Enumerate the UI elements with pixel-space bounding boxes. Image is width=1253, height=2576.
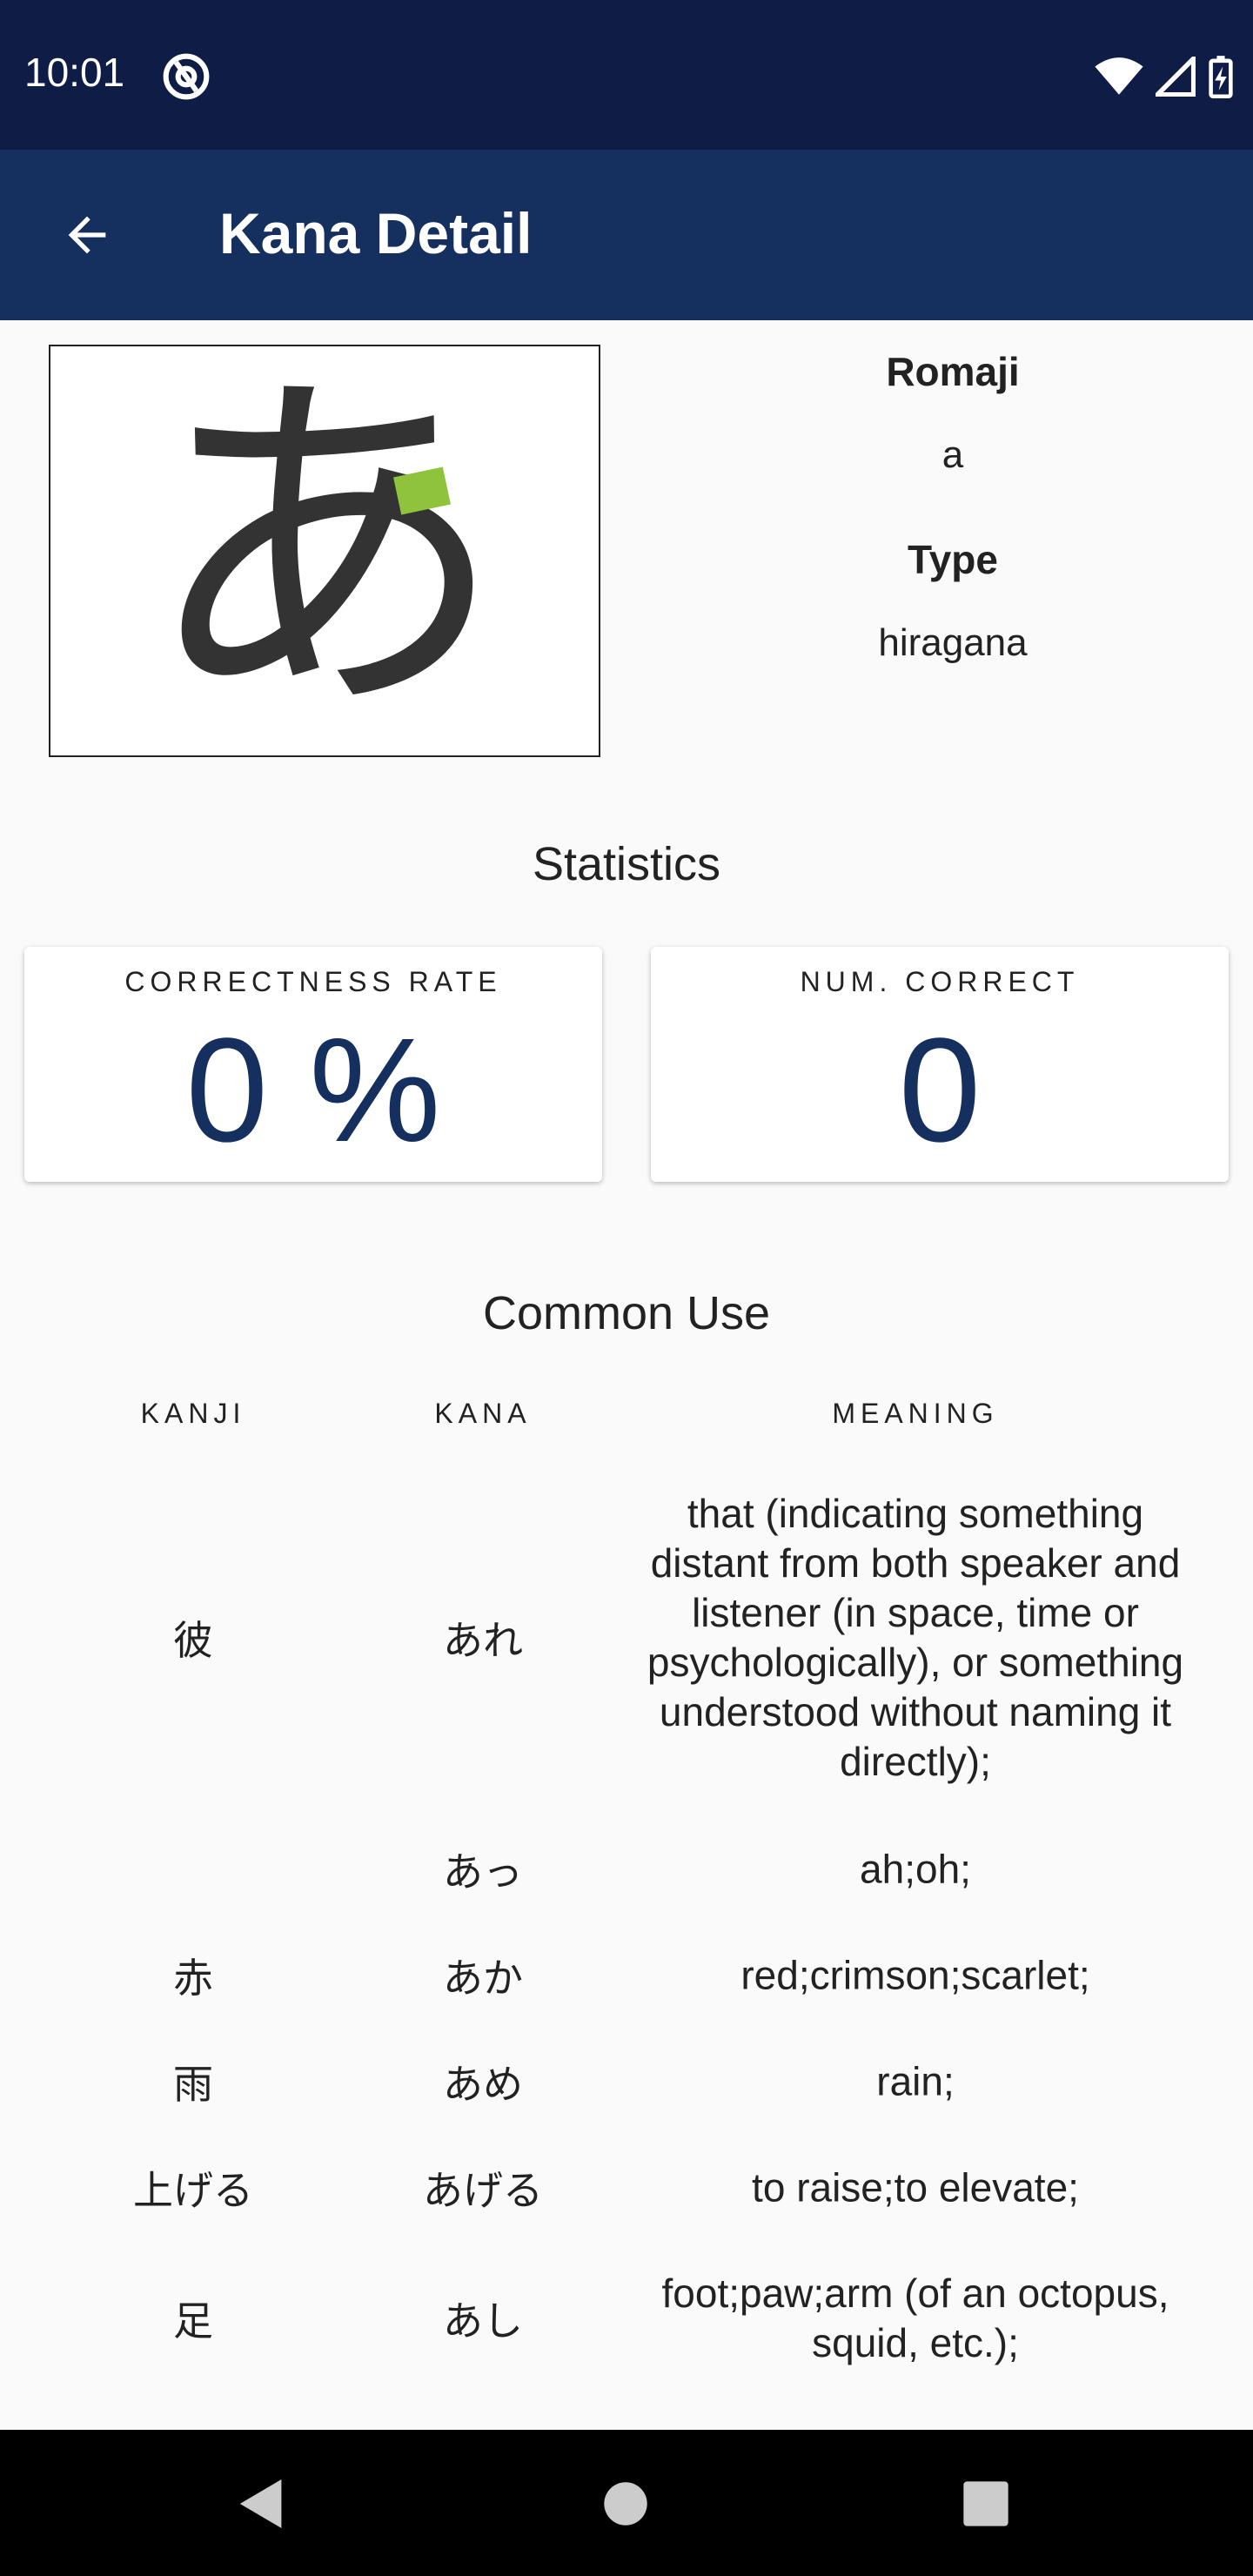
cell-kanji: 足 — [173, 2298, 213, 2344]
signal-icon — [1156, 57, 1196, 97]
table-row: 雨 あめ rain; — [0, 2038, 1253, 2125]
table-row: あっ ah;oh; — [0, 1826, 1253, 1913]
nav-recents-button[interactable] — [947, 2465, 1025, 2543]
header-meaning: MEANING — [832, 1398, 999, 1429]
kana-character: あ — [142, 338, 507, 763]
cell-meaning: rain; — [876, 2058, 955, 2104]
cell-kana: あげる — [423, 2168, 543, 2213]
table-row: 足 あし foot;paw;arm (of an octopus, squid,… — [0, 2257, 1253, 2379]
cell-meaning: that (indicating something distant from … — [647, 1491, 1184, 1784]
table-row: 彼 あれ that (indicating something distant … — [0, 1483, 1253, 1793]
correctness-rate-card: CORRECTNESS RATE 0 % — [24, 947, 602, 1182]
common-use-title: Common Use — [482, 1287, 771, 1339]
app-bar: Kana Detail — [0, 150, 1253, 320]
cell-kana: あれ — [443, 1618, 523, 1663]
cell-kanji: 雨 — [173, 2062, 213, 2107]
status-bar: 10:01 — [0, 0, 1253, 150]
at-sign-icon — [163, 53, 210, 100]
header-kana: KANA — [434, 1398, 532, 1429]
back-button[interactable] — [45, 193, 129, 277]
cell-meaning: to raise;to elevate; — [752, 2164, 1079, 2210]
nav-home-button[interactable] — [586, 2465, 665, 2543]
kana-stroke-image: あ — [49, 345, 600, 757]
romaji-label: Romaji — [886, 349, 1020, 394]
cell-kana: あか — [443, 1955, 523, 2001]
status-time: 10:01 — [24, 50, 125, 95]
cell-kanji: 上げる — [133, 2168, 253, 2213]
header-kanji: KANJI — [140, 1398, 246, 1429]
cell-kanji: 彼 — [173, 1618, 213, 1663]
system-nav-bar — [0, 2430, 1253, 2576]
statistics-title: Statistics — [532, 838, 721, 890]
circle-home-icon — [604, 2482, 647, 2526]
correctness-rate-label: CORRECTNESS RATE — [124, 966, 502, 997]
table-row: 上げる あげる to raise;to elevate; — [0, 2144, 1253, 2231]
cell-kana: あっ — [443, 1849, 523, 1895]
num-correct-label: NUM. CORRECT — [800, 966, 1080, 997]
cell-meaning: foot;paw;arm (of an octopus, squid, etc.… — [661, 2271, 1169, 2365]
num-correct-value: 0 — [898, 1008, 982, 1173]
cell-kana: あめ — [443, 2062, 523, 2107]
battery-charging-icon — [1209, 56, 1233, 98]
table-row: 赤 あか red;crimson;scarlet; — [0, 1932, 1253, 2019]
cell-meaning: red;crimson;scarlet; — [740, 1952, 1090, 1998]
status-icons — [1095, 52, 1234, 101]
cell-meaning: ah;oh; — [860, 1846, 971, 1892]
cell-kanji: 赤 — [173, 1955, 213, 2001]
nav-back-button[interactable] — [223, 2465, 301, 2543]
romaji-value: a — [941, 433, 964, 476]
arrow-left-icon — [68, 216, 106, 254]
type-label: Type — [908, 537, 998, 582]
type-value: hiragana — [878, 621, 1028, 664]
wifi-icon — [1095, 57, 1143, 95]
triangle-back-icon — [239, 2479, 282, 2528]
cell-kana: あし — [443, 2298, 523, 2344]
page-title: Kana Detail — [219, 201, 533, 265]
num-correct-card: NUM. CORRECT 0 — [651, 947, 1229, 1182]
correctness-rate-value: 0 % — [185, 1008, 441, 1173]
square-recents-icon — [963, 2481, 1008, 2526]
